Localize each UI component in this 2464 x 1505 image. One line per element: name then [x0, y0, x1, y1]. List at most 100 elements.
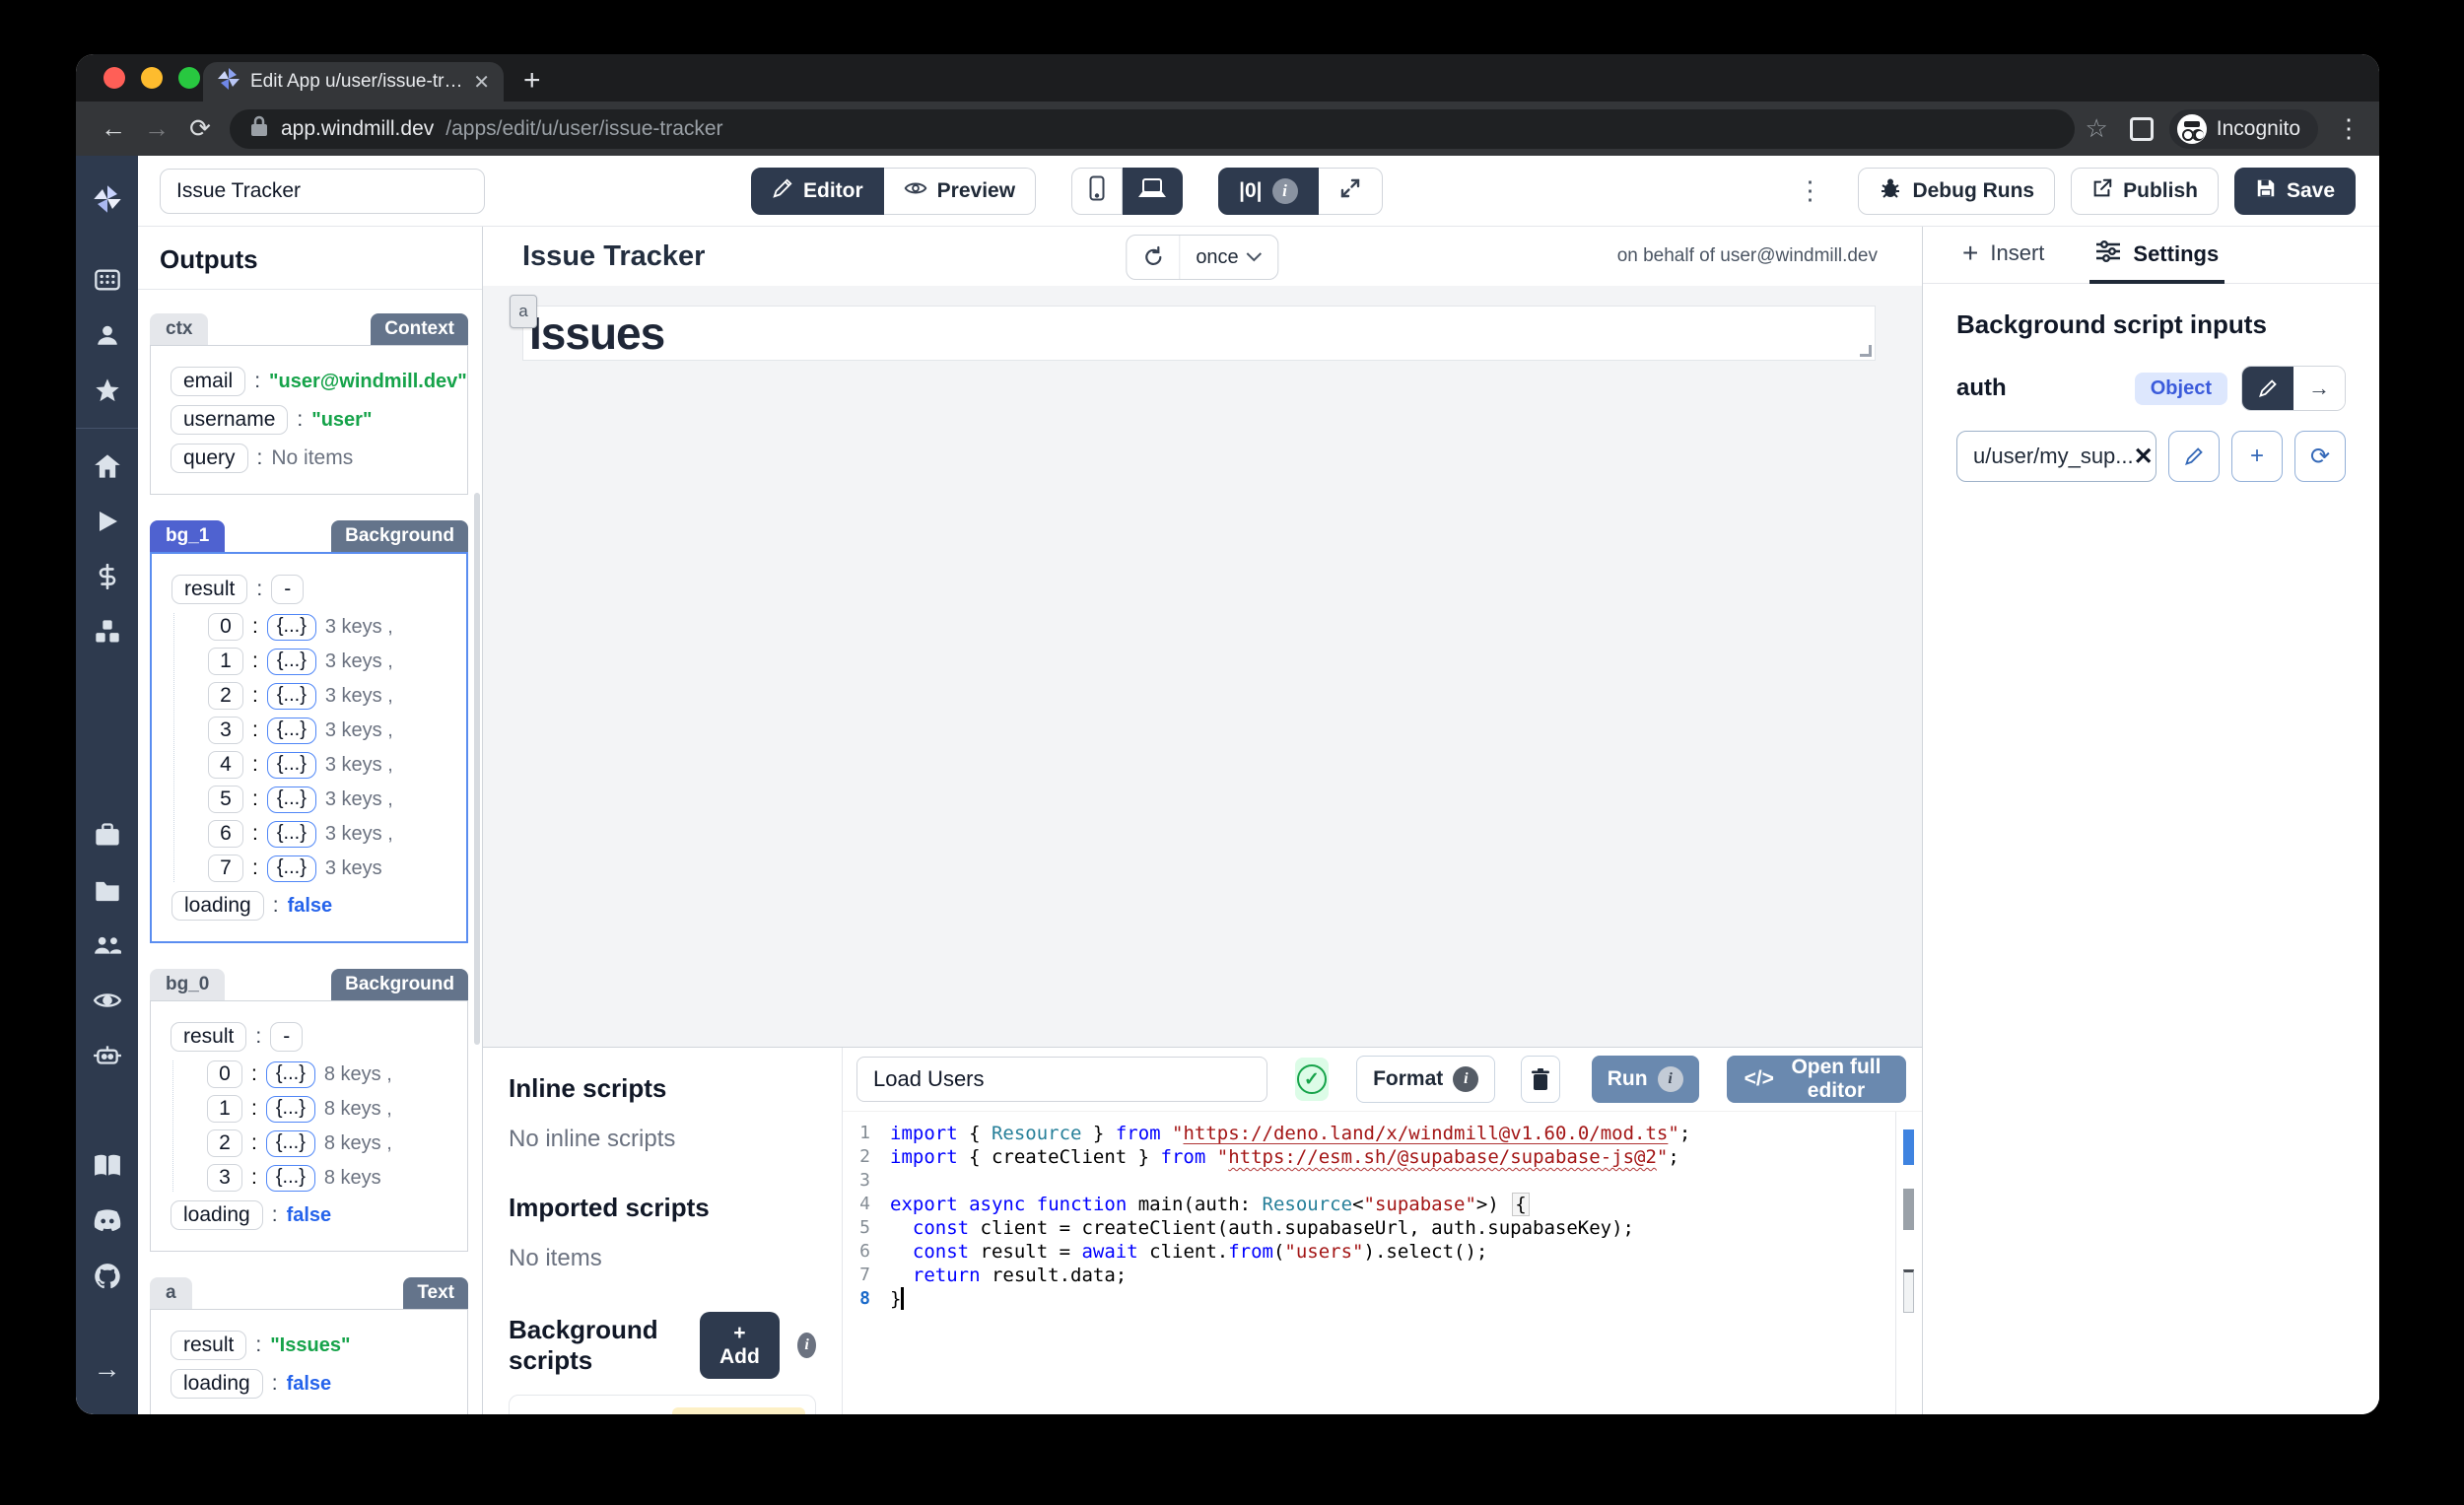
output-row[interactable]: username:"user"	[171, 405, 459, 435]
result-item[interactable]: 2:{...}3 keys ,	[208, 682, 458, 710]
result-item[interactable]: 1:{...}3 keys ,	[208, 648, 458, 675]
editor-scrollbar[interactable]	[1903, 1269, 1914, 1313]
edit-resource-button[interactable]	[2168, 431, 2220, 482]
windmill-logo-icon[interactable]	[76, 171, 138, 227]
preview-mode-button[interactable]: Preview	[884, 168, 1036, 215]
component-id-tag[interactable]: a	[510, 295, 537, 328]
delete-script-button[interactable]	[1521, 1056, 1559, 1103]
github-icon[interactable]	[76, 1249, 138, 1304]
output-id-badge[interactable]: ctx	[150, 313, 208, 345]
result-item[interactable]: 3:{...}3 keys ,	[208, 717, 458, 744]
result-index[interactable]: 1	[208, 648, 243, 675]
mobile-view-button[interactable]	[1071, 168, 1123, 215]
code-line[interactable]: 5 const client = createClient(auth.supab…	[843, 1216, 1922, 1240]
refresh-icon[interactable]	[1127, 236, 1180, 279]
address-bar[interactable]: app.windmill.dev /apps/edit/u/user/issue…	[230, 109, 2075, 149]
reload-icon[interactable]: ⟳	[178, 113, 222, 144]
sidebar-item-favorites[interactable]	[76, 363, 138, 418]
tab-settings[interactable]: Settings	[2095, 239, 2219, 283]
result-item[interactable]: 1:{...}8 keys ,	[207, 1095, 459, 1123]
sidebar-item-folders[interactable]	[76, 862, 138, 918]
static-input-button[interactable]	[2242, 367, 2293, 410]
close-window-button[interactable]	[103, 67, 125, 89]
sidebar-item-docs[interactable]	[76, 1138, 138, 1194]
object-pill[interactable]: {...}	[267, 752, 316, 779]
result-index[interactable]: 3	[207, 1164, 242, 1192]
code-line[interactable]: 3	[843, 1169, 1922, 1193]
sidebar-item-audit-logs[interactable]	[76, 973, 138, 1028]
sidebar-item-groups[interactable]	[76, 918, 138, 973]
output-row[interactable]: loading:false	[171, 1369, 459, 1399]
object-pill[interactable]: {...}	[267, 821, 316, 848]
tab-close-icon[interactable]: ✕	[473, 70, 490, 95]
output-key[interactable]: result	[171, 1022, 246, 1052]
output-key[interactable]: username	[171, 405, 288, 435]
result-index[interactable]: 0	[207, 1060, 242, 1088]
code-line[interactable]: 7 return result.data;	[843, 1264, 1922, 1287]
output-key[interactable]: result	[171, 575, 247, 604]
result-item[interactable]: 6:{...}3 keys ,	[208, 820, 458, 848]
object-pill[interactable]: {...}	[266, 1130, 315, 1157]
object-pill[interactable]: {...}	[266, 1061, 315, 1088]
collapse-toggle[interactable]: -	[271, 575, 304, 604]
sidebar-item-runs[interactable]	[76, 494, 138, 549]
result-index[interactable]: 2	[207, 1129, 242, 1157]
sidebar-item-apps[interactable]	[76, 252, 138, 308]
forward-icon[interactable]: →	[135, 113, 178, 144]
add-background-script-button[interactable]: + Add	[700, 1312, 781, 1379]
output-id-badge[interactable]: bg_1	[150, 520, 225, 552]
format-button[interactable]: Format i	[1356, 1056, 1495, 1103]
sidebar-expand-icon[interactable]: →	[76, 1341, 138, 1397]
tab-search-icon[interactable]	[2130, 117, 2154, 141]
result-index[interactable]: 4	[208, 751, 243, 779]
tab-insert[interactable]: + Insert	[1962, 238, 2044, 283]
object-pill[interactable]: {...}	[266, 1096, 315, 1123]
discord-icon[interactable]	[76, 1194, 138, 1249]
output-row[interactable]: result:"Issues"	[171, 1331, 459, 1360]
output-row[interactable]: email:"user@windmill.dev"	[171, 367, 459, 396]
editor-mode-button[interactable]: Editor	[751, 168, 884, 215]
maximize-window-button[interactable]	[178, 67, 200, 89]
output-row[interactable]: loading:false	[171, 891, 458, 921]
collapse-toggle[interactable]: -	[270, 1022, 303, 1052]
save-button[interactable]: Save	[2234, 168, 2356, 215]
output-key[interactable]: result	[171, 1331, 246, 1360]
minimize-window-button[interactable]	[141, 67, 163, 89]
result-index[interactable]: 5	[208, 786, 243, 813]
resize-handle[interactable]	[1860, 345, 1872, 357]
code-line[interactable]: 2import { createClient } from "https://e…	[843, 1145, 1922, 1169]
refresh-resource-button[interactable]: ⟳	[2294, 431, 2346, 482]
open-full-editor-button[interactable]: </> Open full editor	[1727, 1056, 1906, 1103]
output-key[interactable]: email	[171, 367, 245, 396]
output-row[interactable]: query:No items	[171, 444, 459, 473]
new-tab-button[interactable]: +	[523, 64, 541, 98]
output-key[interactable]: loading	[171, 1200, 263, 1230]
result-item[interactable]: 3:{...}8 keys	[207, 1164, 459, 1192]
bookmark-star-icon[interactable]: ☆	[2085, 113, 2107, 144]
output-row[interactable]: result:-	[171, 575, 458, 604]
object-pill[interactable]: {...}	[266, 1165, 315, 1192]
clear-icon[interactable]: ✕	[2134, 443, 2154, 471]
result-index[interactable]: 1	[207, 1095, 242, 1123]
background-script-item[interactable]: Load IssuesBackground	[509, 1395, 816, 1414]
output-row[interactable]: loading:false	[171, 1200, 459, 1230]
code-line[interactable]: 1import { Resource } from "https://deno.…	[843, 1122, 1922, 1145]
result-index[interactable]: 2	[208, 682, 243, 710]
resource-picker-input[interactable]: u/user/my_sup... ✕	[1956, 431, 2156, 482]
output-id-badge[interactable]: a	[150, 1277, 192, 1309]
result-index[interactable]: 0	[208, 613, 243, 641]
outputs-scrollbar[interactable]	[474, 493, 480, 1045]
object-pill[interactable]: {...}	[267, 649, 316, 675]
outputs-toggle-button[interactable]: |0| i	[1218, 168, 1318, 215]
sidebar-item-user[interactable]	[76, 308, 138, 363]
sidebar-item-schedules[interactable]	[76, 807, 138, 862]
run-button[interactable]: Run i	[1592, 1056, 1699, 1103]
object-pill[interactable]: {...}	[267, 787, 316, 813]
sidebar-item-variables[interactable]	[76, 549, 138, 604]
connect-input-button[interactable]: →	[2293, 367, 2345, 410]
app-menu-icon[interactable]: ⋮	[1797, 175, 1822, 206]
sidebar-item-resources[interactable]	[76, 604, 138, 659]
script-name-input[interactable]	[856, 1057, 1267, 1102]
result-item[interactable]: 5:{...}3 keys ,	[208, 786, 458, 813]
object-pill[interactable]: {...}	[267, 718, 316, 744]
